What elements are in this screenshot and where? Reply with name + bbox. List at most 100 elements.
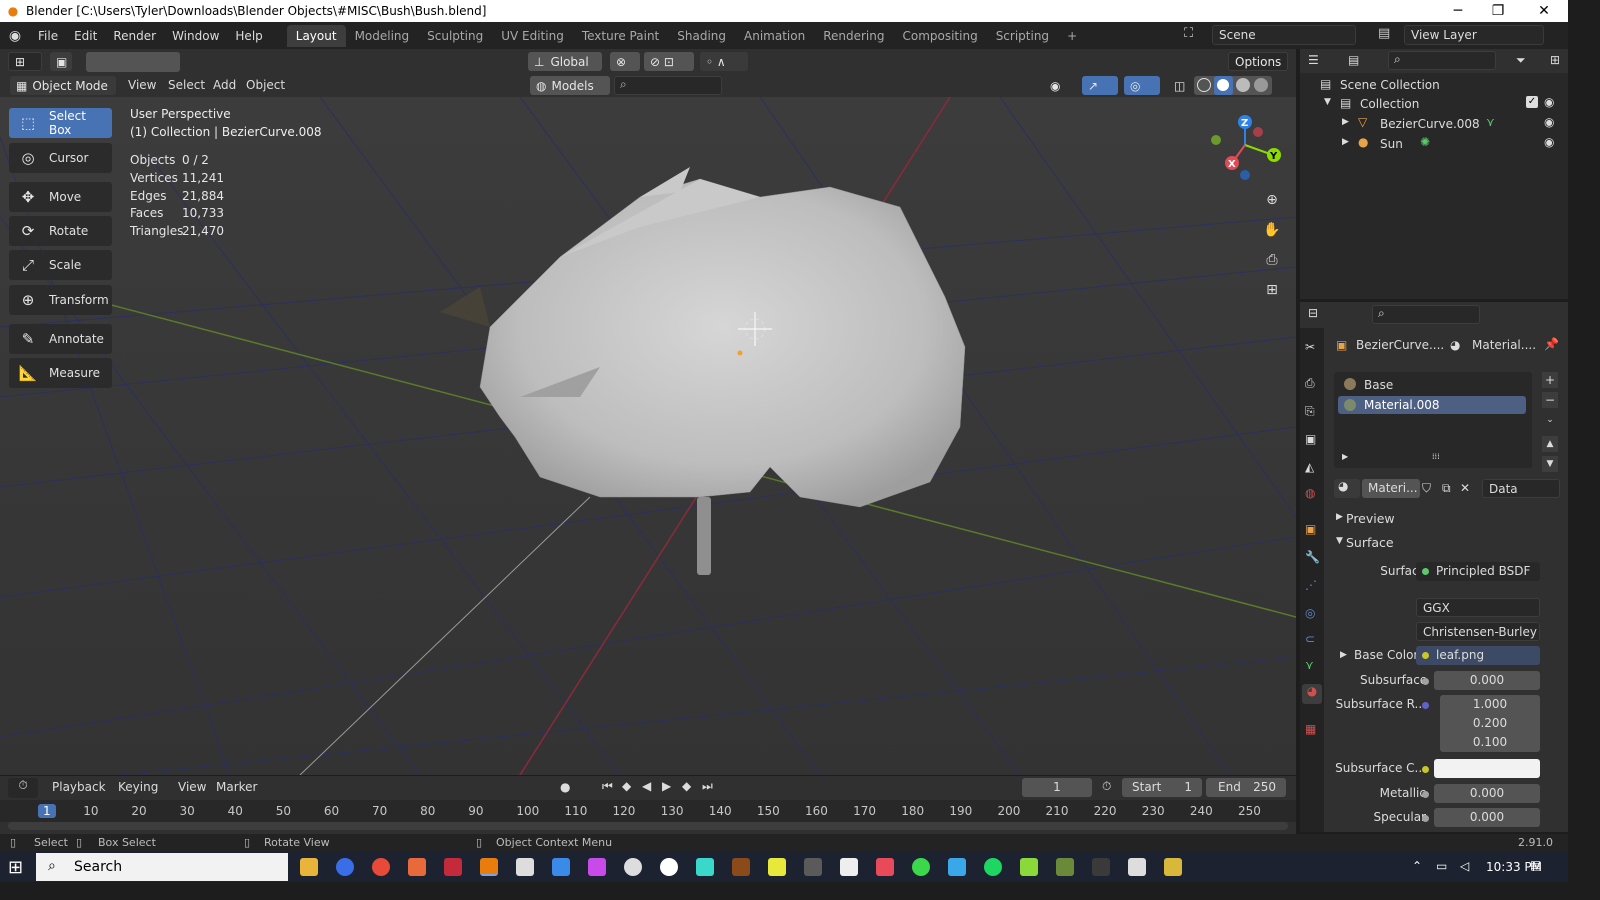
tool-move[interactable]: ✥ Move xyxy=(9,182,112,212)
spotify-icon[interactable] xyxy=(984,858,1002,876)
collapse-preview-icon[interactable]: ▶ xyxy=(1336,512,1343,522)
duplicate-material-icon[interactable]: ⧉ xyxy=(1442,481,1451,496)
3d-viewport[interactable]: ⬚ Select Box ◎ Cursor ✥ Move ⟳ Rotate ⤢ Scale… xyxy=(0,97,1296,775)
properties-search-input[interactable]: ⌕ xyxy=(1372,305,1480,324)
tool-cursor[interactable]: ◎ Cursor xyxy=(9,143,112,173)
menu-file[interactable]: File xyxy=(30,29,66,43)
blender-taskbar-icon[interactable] xyxy=(480,858,498,876)
app-icon[interactable] xyxy=(1164,858,1182,876)
end-frame-field[interactable]: End 250 xyxy=(1206,778,1286,797)
resize-list-handle[interactable]: ⁞⁞⁞ xyxy=(1432,452,1440,461)
pin-icon[interactable]: 📌 xyxy=(1544,337,1559,351)
tab-uv-editing[interactable]: UV Editing xyxy=(492,25,573,47)
expand-list-icon[interactable]: ▶ xyxy=(1342,452,1348,461)
app-icon[interactable] xyxy=(768,858,786,876)
app-icon[interactable] xyxy=(696,858,714,876)
properties-editor-type-icon[interactable]: ⊟ xyxy=(1308,306,1318,320)
timeline-editor-type-icon[interactable]: ⏱ xyxy=(8,778,38,798)
gizmo-toggle[interactable]: ↗ xyxy=(1082,76,1118,95)
proportional-editing-toggle[interactable]: ◦ ∧ xyxy=(700,52,748,71)
tool-scale[interactable]: ⤢ Scale xyxy=(9,250,112,280)
timeline-menu-keying[interactable]: Keying xyxy=(118,780,158,794)
object-tab-icon[interactable]: ▣ xyxy=(1305,522,1316,536)
physics-tab-icon[interactable]: ◎ xyxy=(1305,606,1315,620)
outliner-collection[interactable]: Collection xyxy=(1360,97,1419,111)
timeline-ruler[interactable]: 1 10 20 30 40 50 60 70 80 90 100 110 120 130 140 150 160… xyxy=(0,800,1296,822)
app-icon[interactable] xyxy=(732,858,750,876)
tool-annotate[interactable]: ✎ Annotate xyxy=(9,324,112,354)
play-icon[interactable]: ▶ xyxy=(662,779,671,793)
expand-surface-icon[interactable]: ▼ xyxy=(1336,536,1343,546)
jump-end-icon[interactable]: ⏭ xyxy=(702,779,713,794)
menu-help[interactable]: Help xyxy=(227,29,270,43)
record-icon[interactable]: ● xyxy=(560,780,570,794)
subsurface-radius-z-field[interactable]: 0.100 xyxy=(1440,733,1540,752)
xray-toggle[interactable]: ◫ xyxy=(1168,76,1188,95)
overlays-toggle[interactable]: ◎ xyxy=(1124,76,1160,95)
subsurface-field[interactable]: 0.000 xyxy=(1434,671,1540,690)
tab-shading[interactable]: Shading xyxy=(668,25,735,47)
outliner-scene-collection[interactable]: Scene Collection xyxy=(1340,78,1440,92)
subsurface-method-dropdown[interactable]: Christensen-Burley xyxy=(1416,622,1540,641)
blender-menu-icon[interactable]: ◉ xyxy=(0,28,30,44)
app-icon[interactable] xyxy=(876,858,894,876)
list-item-selected[interactable]: Material.008 xyxy=(1338,396,1526,414)
zoom-icon[interactable]: ⊕ xyxy=(1262,192,1282,212)
solid-shading-icon[interactable] xyxy=(1214,76,1233,95)
viewport-search-input[interactable]: ⌕ xyxy=(614,76,722,95)
viewport-menu-select[interactable]: Select xyxy=(168,78,205,92)
app-icon[interactable] xyxy=(624,858,642,876)
expand-collection-icon[interactable]: ▼ xyxy=(1324,97,1331,107)
data-tab-icon[interactable]: ⋎ xyxy=(1305,658,1314,672)
app-icon[interactable] xyxy=(444,858,462,876)
panel-preview[interactable]: Preview xyxy=(1346,511,1395,526)
link-dropdown[interactable]: Data xyxy=(1482,479,1560,498)
file-explorer-icon[interactable] xyxy=(300,858,318,876)
view-layer-tab-icon[interactable]: ▣ xyxy=(1305,432,1316,446)
current-frame-field[interactable]: 1 xyxy=(1022,778,1092,797)
snapping-toggle[interactable]: ⊘ ⊡ xyxy=(644,52,694,71)
outliner-editor-type-icon[interactable]: ☰ xyxy=(1308,53,1319,67)
options-dropdown[interactable]: Options xyxy=(1228,52,1288,71)
close-window-button[interactable]: ✕ xyxy=(1522,0,1566,22)
timeline-menu-playback[interactable]: Playback xyxy=(52,780,106,794)
tool-transform[interactable]: ⊕ Transform xyxy=(9,285,112,315)
expand-object-icon[interactable]: ▶ xyxy=(1342,137,1349,147)
tab-rendering[interactable]: Rendering xyxy=(814,25,893,47)
timeline-menu-view[interactable]: View xyxy=(178,780,206,794)
wireframe-shading-icon[interactable] xyxy=(1197,78,1211,92)
filter-icon[interactable]: ⏷ xyxy=(1516,53,1526,68)
base-color-field[interactable]: leaf.png xyxy=(1416,646,1540,665)
constraints-tab-icon[interactable]: ⊂ xyxy=(1305,632,1315,646)
add-workspace-button[interactable]: + xyxy=(1058,25,1086,47)
view-layer-selector[interactable]: View Layer xyxy=(1404,25,1544,45)
slot-specials-button[interactable]: ⌄ xyxy=(1542,412,1558,428)
exclude-checkbox[interactable]: ✓ xyxy=(1526,96,1538,108)
play-reverse-icon[interactable]: ◀ xyxy=(642,779,651,793)
next-keyframe-icon[interactable]: ◆ xyxy=(682,779,691,793)
tool-select-box[interactable]: ⬚ Select Box xyxy=(9,108,112,138)
windows-start-icon[interactable]: ⊞ xyxy=(8,857,23,878)
stopwatch-icon[interactable]: ⏱ xyxy=(1102,779,1111,794)
unlink-material-icon[interactable]: ✕ xyxy=(1460,481,1470,495)
menu-edit[interactable]: Edit xyxy=(66,29,105,43)
app-icon[interactable] xyxy=(1092,858,1110,876)
add-slot-button[interactable]: + xyxy=(1542,372,1558,388)
app-icon[interactable] xyxy=(588,858,606,876)
render-tab-icon[interactable]: ⎙ xyxy=(1305,376,1315,391)
editor-type-button[interactable]: ⊞ xyxy=(8,52,42,71)
outliner-search-input[interactable]: ⌕ xyxy=(1388,51,1496,70)
subsurface-color-swatch[interactable] xyxy=(1434,759,1540,778)
transform-orientation-dropdown[interactable]: ⊥ Global xyxy=(528,52,602,71)
shading-mode-buttons[interactable] xyxy=(1194,76,1272,95)
prev-keyframe-icon[interactable]: ◆ xyxy=(622,779,631,793)
timeline-scrollbar[interactable] xyxy=(8,822,1288,830)
perspective-toggle-icon[interactable]: ⊞ xyxy=(1262,282,1282,302)
app-icon[interactable] xyxy=(336,858,354,876)
specular-field[interactable]: 0.000 xyxy=(1434,808,1540,827)
rendered-shading-icon[interactable] xyxy=(1254,78,1268,92)
viewport-menu-object[interactable]: Object xyxy=(246,78,285,92)
tab-sculpting[interactable]: Sculpting xyxy=(418,25,492,47)
app-icon[interactable] xyxy=(1020,858,1038,876)
list-item[interactable]: Base xyxy=(1338,376,1526,394)
